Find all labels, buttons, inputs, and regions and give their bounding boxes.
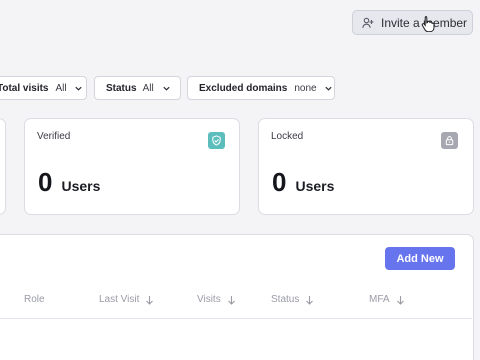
filter-value: All (55, 82, 67, 94)
sort-arrow-down-icon (227, 295, 235, 305)
shield-check-icon (208, 132, 225, 149)
card-unit: Users (295, 178, 335, 194)
filter-value: All (142, 82, 154, 94)
stat-card-partial (0, 118, 6, 215)
hand-cursor-icon (421, 16, 435, 32)
lock-icon (441, 132, 458, 149)
card-title: Verified (37, 131, 71, 142)
column-label: Role (24, 294, 45, 305)
filter-label: Excluded domains (199, 82, 288, 94)
column-header-status[interactable]: Status (271, 294, 314, 305)
chevron-down-icon (163, 86, 170, 91)
sort-arrow-down-icon (396, 295, 404, 305)
column-header-visits[interactable]: Visits (197, 294, 236, 305)
invite-member-button[interactable]: Invite a member (352, 10, 473, 35)
filter-excluded-domains[interactable]: Excluded domains none (187, 76, 335, 100)
column-label: Last Visit (99, 294, 140, 305)
add-new-button[interactable]: Add New (385, 247, 455, 270)
table-header-divider (0, 318, 472, 319)
sort-arrow-down-icon (146, 295, 154, 305)
column-label: MFA (369, 294, 390, 305)
filter-label: Status (106, 82, 137, 94)
filter-total-visits[interactable]: Total visits All (0, 76, 87, 100)
column-header-role[interactable]: Role (24, 294, 45, 305)
column-header-last-visit[interactable]: Last Visit (99, 294, 154, 305)
chevron-down-icon (324, 86, 332, 91)
stat-card-verified: Verified 0 Users (24, 118, 240, 215)
add-user-icon (362, 17, 374, 28)
filter-status[interactable]: Status All (94, 76, 181, 100)
column-label: Visits (197, 294, 221, 305)
column-header-mfa[interactable]: MFA (369, 294, 405, 305)
chevron-down-icon (75, 86, 82, 91)
card-title: Locked (271, 131, 304, 142)
filter-value: none (294, 82, 317, 94)
card-unit: Users (61, 178, 101, 194)
filter-label: Total visits (0, 82, 49, 94)
sort-arrow-down-icon (306, 295, 314, 305)
column-label: Status (271, 294, 300, 305)
card-value: 0 (38, 167, 53, 197)
stat-card-locked: Locked 0 Users (258, 118, 474, 215)
card-value: 0 (272, 167, 287, 197)
